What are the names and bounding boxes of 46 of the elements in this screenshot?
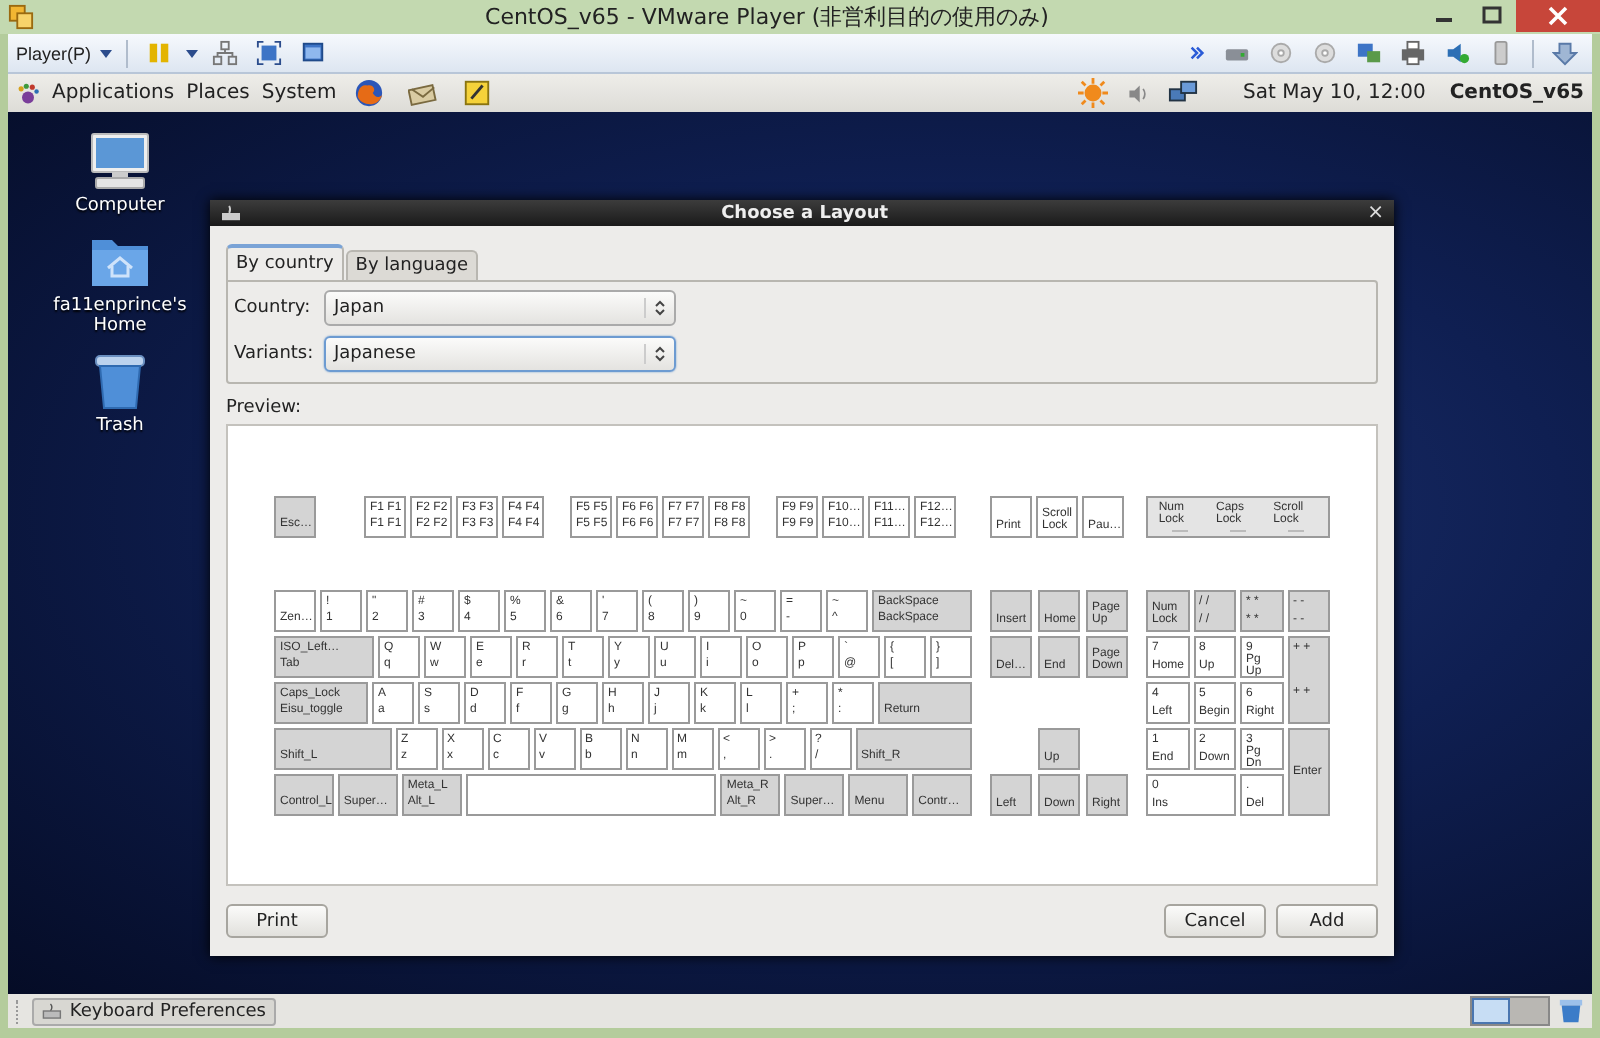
player-menu[interactable]: Player(P) [16,43,92,63]
desktop-icon-label[interactable]: Computer [48,196,192,216]
dialog-title: Choose a Layout [719,203,891,223]
caret-icon[interactable] [183,45,200,61]
user-name[interactable]: CentOS_v65 [1449,82,1584,104]
panel-menu[interactable]: Applications [52,82,175,104]
taskbar-button[interactable]: Keyboard Preferences [32,997,276,1025]
close-button[interactable] [1516,0,1600,32]
computer-icon[interactable] [88,132,152,192]
notepad-icon[interactable] [462,78,493,108]
clock[interactable]: Sat May 10, 12:00 [1243,82,1426,104]
keyboard-icon [42,1000,62,1022]
desktop-icon-label[interactable]: fa11enprince's Home [48,296,192,336]
keyboard-icon [220,204,242,222]
workspace[interactable] [1472,998,1510,1024]
printer-icon[interactable] [1400,40,1426,66]
browser-icon[interactable] [354,78,385,108]
led-indicator [1229,529,1246,531]
field-label: Country: [234,298,313,318]
app-icon [8,4,34,30]
tab[interactable]: By country [226,244,344,280]
window-title: CentOS_v65 - VMware Player (非営利目的の使用のみ) [483,2,1051,32]
sound-icon[interactable] [1444,40,1470,66]
download-icon[interactable] [1552,40,1578,66]
field-label: Variants: [234,344,316,364]
speaker-icon[interactable] [1125,81,1149,105]
window-icon[interactable] [299,40,326,66]
dialog-button[interactable]: Add [1276,904,1378,938]
dialog-button[interactable]: Cancel [1164,904,1266,938]
led-indicator [1287,529,1304,531]
taskbar-label[interactable]: Keyboard Preferences [69,1001,266,1021]
mail-icon[interactable] [408,78,439,108]
foot-icon[interactable] [16,81,40,105]
panel-menu[interactable]: System [261,82,337,104]
desktop-icon-label[interactable]: Trash [48,416,192,436]
dropdown[interactable]: Japanese [324,336,676,372]
preview-label: Preview: [226,398,304,418]
caret-icon[interactable] [97,45,114,61]
tab[interactable]: By language [345,250,479,280]
dialog-button[interactable]: Print [226,904,328,938]
dropdown[interactable]: Japan [324,290,676,326]
chevron-icon[interactable] [1188,44,1206,62]
close-button[interactable]: × [1367,203,1384,223]
panel-menu[interactable]: Places [186,82,250,104]
fullscreen-icon[interactable] [255,40,282,66]
led-indicator [1172,529,1189,531]
